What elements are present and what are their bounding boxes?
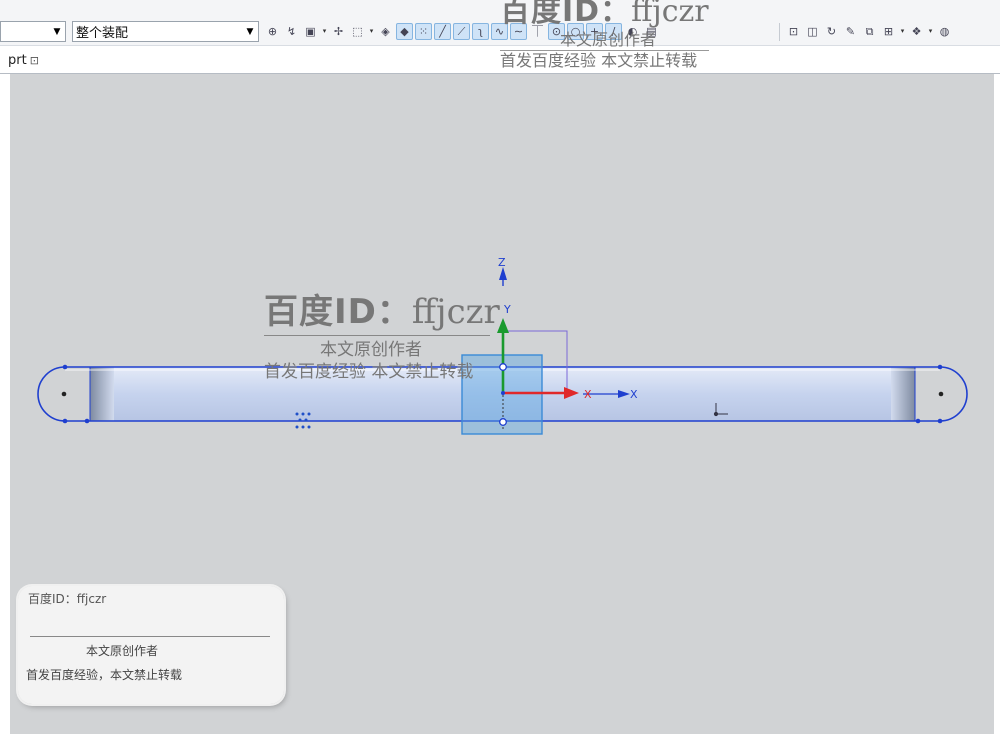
x-handle-label: X (584, 388, 592, 401)
line-icon[interactable]: ╱ (434, 23, 451, 40)
zoom-fit-icon[interactable]: ⊡ (785, 23, 802, 40)
selection-filter-select[interactable]: ▼ (0, 21, 66, 42)
watermark-top-id: ffjczr (631, 0, 709, 29)
cube-icon[interactable]: ◆ (396, 23, 413, 40)
grid-icon[interactable]: ⊞ (880, 23, 897, 40)
z-axis-label: Z (498, 256, 506, 269)
watermark-top-line2: 首发百度经验 本文禁止转载 (500, 50, 709, 71)
toolbar-separator (779, 22, 780, 41)
pin-icon: ⊡ (29, 54, 39, 67)
watermark-top-main: 百度ID： (500, 0, 632, 29)
y-axis-label: Y (503, 303, 511, 316)
grid-dropdown-icon[interactable]: ▾ (899, 23, 906, 40)
layer-icon[interactable]: ⧉ (861, 23, 878, 40)
snap-icon[interactable]: ⊕ (264, 23, 281, 40)
origin-point-lower[interactable] (499, 418, 507, 426)
watermark-corner-main: 百度ID： (28, 592, 77, 606)
chevron-down-icon: ▼ (53, 26, 61, 37)
watermark-center: 百度ID：ffjczr 本文原创作者 首发百度经验 本文禁止转载 (264, 284, 500, 383)
watermark-top: 百度ID：ffjczr 本文原创作者 首发百度经验 本文禁止转载 (500, 0, 709, 71)
watermark-center-line1: 本文原创作者 (320, 340, 422, 360)
rotate-icon[interactable]: ↻ (823, 23, 840, 40)
watermark-center-line2: 首发百度经验 本文禁止转载 (264, 362, 474, 382)
watermark-corner-line2: 首发百度经验，本文禁止转载 (26, 668, 183, 682)
sketch-dropdown-icon[interactable]: ▾ (321, 23, 328, 40)
body-icon[interactable]: ◈ (377, 23, 394, 40)
render-dropdown-icon[interactable]: ▾ (927, 23, 934, 40)
point-icon[interactable]: ✢ (330, 23, 347, 40)
z-axis[interactable] (499, 267, 507, 286)
assembly-scope-value: 整个装配 (76, 26, 129, 41)
paint-icon[interactable]: ✎ (842, 23, 859, 40)
watermark-top-line1: 本文原创作者 (560, 30, 657, 49)
arrange-icon[interactable]: ↯ (283, 23, 300, 40)
diag-line-icon[interactable]: ⟋ (453, 23, 470, 40)
lasso-icon[interactable]: ⬚ (349, 23, 366, 40)
watermark-corner-id: ffjczr (76, 592, 107, 606)
watermark-corner-line1: 本文原创作者 (86, 644, 159, 658)
origin-point[interactable] (499, 363, 507, 371)
select-box-icon[interactable]: ▣ (302, 23, 319, 40)
view-icon[interactable]: ◫ (804, 23, 821, 40)
watermark-corner: 百度ID：ffjczr 本文原创作者 首发百度经验，本文禁止转载 (18, 586, 284, 704)
watermark-center-main: 百度ID： (264, 292, 412, 332)
part-tab-label: prt (8, 53, 27, 68)
curve-icon[interactable]: ʅ (472, 23, 489, 40)
render-icon[interactable]: ❖ (908, 23, 925, 40)
assembly-scope-select[interactable]: 整个装配 ▼ (72, 21, 259, 42)
dots-icon[interactable]: ⁙ (415, 23, 432, 40)
nx-modeling-window: ▼ 整个装配 ▼ ⊕ ↯ ▣ ▾ ✢ ⬚ ▾ ◈ ◆ ⁙ ╱ ⟋ ʅ ∿ ∼ ⏉ ⊙ ○ + ∕ ◐ ▤ ⊡ ◫ ↻ ✎ ⧉ ⊞ ▾ ❖… (0, 0, 1000, 743)
x-axis-label: X (630, 388, 638, 401)
shade-icon[interactable]: ◍ (936, 23, 953, 40)
view-toolbar: ⊡ ◫ ↻ ✎ ⧉ ⊞ ▾ ❖ ▾ ◍ (776, 21, 953, 42)
rect-dropdown-icon[interactable]: ▾ (368, 23, 375, 40)
part-tab[interactable]: prt ⊡ (8, 53, 39, 68)
chevron-down-icon: ▼ (246, 26, 254, 37)
watermark-center-id: ffjczr (411, 292, 500, 332)
